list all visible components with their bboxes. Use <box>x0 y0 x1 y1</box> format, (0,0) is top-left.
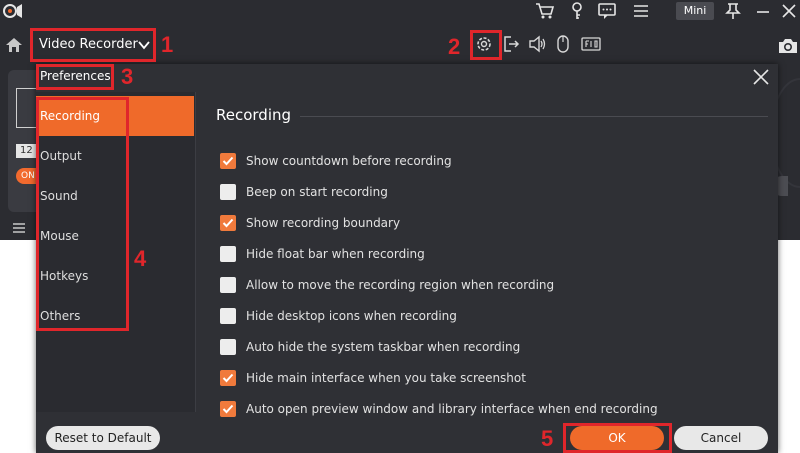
screen-preview <box>16 88 36 128</box>
annotation-number-3: 3 <box>121 64 134 89</box>
annotation-box-nav <box>36 97 129 331</box>
camera-icon[interactable] <box>778 37 798 55</box>
checkbox-unchecked[interactable] <box>220 308 236 324</box>
close-icon[interactable] <box>752 68 770 86</box>
option-label: Show countdown before recording <box>246 154 452 168</box>
option-label: Beep on start recording <box>246 185 388 199</box>
pin-icon[interactable] <box>722 1 744 21</box>
cancel-button[interactable]: Cancel <box>674 426 768 450</box>
speaker-icon[interactable] <box>528 34 548 54</box>
key-icon[interactable] <box>566 1 588 21</box>
option-label: Auto hide the system taskbar when record… <box>246 340 521 354</box>
annotation-number-5: 5 <box>541 426 554 451</box>
checkbox-checked[interactable] <box>220 370 236 386</box>
mouse-icon[interactable] <box>556 34 570 54</box>
checkmark-icon <box>222 156 234 166</box>
section-title: Recording <box>216 106 292 124</box>
checkbox-unchecked[interactable] <box>220 246 236 262</box>
recording-settings-panel: Recording Show countdown before recordin… <box>196 92 778 417</box>
annotation-number-1: 1 <box>161 32 174 57</box>
mini-mode-button[interactable]: Mini <box>676 2 714 20</box>
area-size-field[interactable]: 12 <box>16 144 36 158</box>
reset-to-default-button[interactable]: Reset to Default <box>46 426 160 450</box>
recording-area-card: 12 ON <box>8 70 36 212</box>
cart-icon[interactable] <box>534 1 556 21</box>
preferences-dialog: Preferences Recording Output Sound Mouse… <box>36 64 778 453</box>
option-label: Show recording boundary <box>246 216 401 230</box>
checkbox-checked[interactable] <box>220 401 236 417</box>
export-icon[interactable] <box>502 34 520 54</box>
dialog-header: Preferences <box>36 64 778 92</box>
annotation-box-settings <box>470 30 502 60</box>
section-divider <box>300 116 768 117</box>
feedback-icon[interactable] <box>596 1 618 21</box>
display-toggle[interactable]: ON <box>16 168 36 184</box>
annotation-box-preferences <box>36 64 114 90</box>
title-bar: Mini <box>0 0 800 22</box>
annotation-number-4: 4 <box>134 246 147 271</box>
option-label: Hide main interface when you take screen… <box>246 371 526 385</box>
annotation-box-mode <box>30 28 156 62</box>
minimize-icon[interactable] <box>752 1 774 21</box>
checkbox-unchecked[interactable] <box>220 184 236 200</box>
home-icon[interactable] <box>5 37 23 53</box>
app-logo-icon <box>3 4 22 18</box>
option-label: Hide float bar when recording <box>246 247 425 261</box>
hotkey-f10-icon[interactable] <box>580 34 602 54</box>
option-label: Hide desktop icons when recording <box>246 309 457 323</box>
menu-icon[interactable] <box>630 1 652 21</box>
checkbox-checked[interactable] <box>220 153 236 169</box>
checkbox-unchecked[interactable] <box>220 339 236 355</box>
option-label: Allow to move the recording region when … <box>246 278 555 292</box>
checkmark-icon <box>222 218 234 228</box>
checkmark-icon <box>222 373 234 383</box>
checkbox-checked[interactable] <box>220 215 236 231</box>
annotation-number-2: 2 <box>448 34 461 59</box>
option-label: Auto open preview window and library int… <box>246 402 658 416</box>
list-icon[interactable] <box>12 222 26 234</box>
annotation-box-ok <box>563 423 672 453</box>
checkbox-unchecked[interactable] <box>220 277 236 293</box>
window-close-icon[interactable] <box>778 1 800 21</box>
checkmark-icon <box>222 404 234 414</box>
